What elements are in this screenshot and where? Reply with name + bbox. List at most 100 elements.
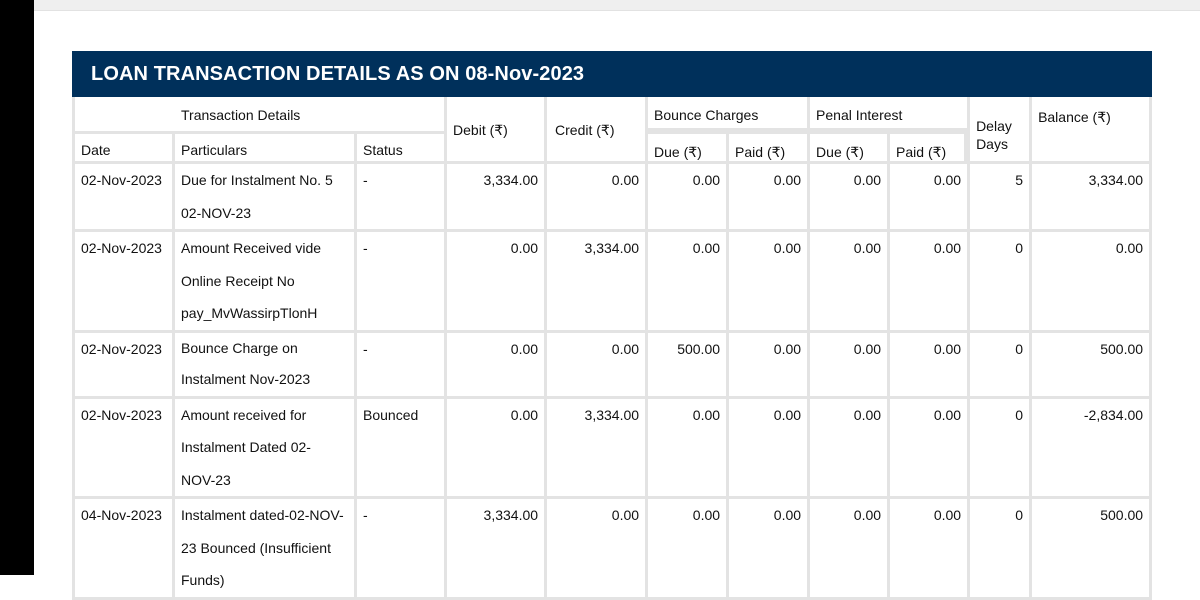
top-strip: [34, 0, 1200, 11]
table-row: 02-Nov-2023 Due for Instalment No. 5 02-…: [72, 164, 1153, 232]
penal-paid-label: Paid (₹): [896, 144, 947, 160]
row-balance: 0.00: [1115, 240, 1144, 256]
debit-label: Debit (₹): [453, 122, 508, 138]
balance-header: Balance (₹): [1029, 97, 1153, 164]
row-bounce-paid: 0.00: [773, 240, 802, 256]
row-balance: 500.00: [1100, 507, 1144, 523]
debit-header: Debit (₹): [444, 97, 545, 164]
row-date: 02-Nov-2023: [81, 172, 162, 188]
delay-days-header: Delay Days: [967, 97, 1030, 164]
penal-due-header: Due (₹): [807, 131, 888, 164]
row-delay-days: 0: [1015, 507, 1024, 523]
row-penal-due: 0.00: [853, 340, 882, 357]
penal-due-label: Due (₹): [816, 144, 864, 160]
row-bounce-due: 0.00: [692, 240, 721, 256]
row-particulars-line: Bounce Charge on: [181, 339, 298, 356]
row-bounce-paid: 0.00: [773, 172, 802, 188]
row-debit: 3,334.00: [483, 172, 539, 188]
row-penal-paid: 0.00: [933, 172, 962, 188]
row-balance: -2,834.00: [1083, 406, 1144, 423]
row-particulars-line: Funds): [181, 572, 225, 588]
row-particulars-line: 02-NOV-23: [181, 204, 252, 221]
transaction-details-label: Transaction Details: [181, 107, 301, 123]
delay-days-label-line2: Days: [976, 136, 1008, 152]
row-particulars-line: Amount Received vide: [181, 240, 322, 256]
row-penal-due: 0.00: [853, 172, 882, 188]
title-banner: LOAN TRANSACTION DETAILS AS ON 08-Nov-20…: [72, 51, 1152, 97]
row-credit: 0.00: [611, 340, 640, 357]
table-row: 04-Nov-2023 Instalment dated-02-NOV- 23 …: [72, 499, 1153, 600]
penal-paid-header: Paid (₹): [887, 131, 968, 164]
row-date: 02-Nov-2023: [81, 340, 162, 357]
row-debit: 0.00: [510, 406, 539, 423]
row-status: Bounced: [363, 406, 419, 423]
particulars-header: Particulars: [172, 131, 354, 164]
row-status: -: [363, 172, 368, 188]
row-debit: 3,334.00: [483, 507, 539, 523]
row-particulars-line: 23 Bounced (Insufficient: [181, 539, 331, 556]
row-bounce-paid: 0.00: [773, 507, 802, 523]
delay-days-label-line1: Delay: [976, 118, 1012, 134]
row-debit: 0.00: [510, 240, 539, 256]
row-balance: 3,334.00: [1088, 172, 1144, 188]
row-penal-paid: 0.00: [933, 240, 962, 256]
row-particulars-line: pay_MvWassirpTlonH: [181, 305, 318, 321]
row-penal-due: 0.00: [853, 406, 882, 423]
row-particulars-line: Instalment Dated 02-: [181, 439, 311, 455]
row-status: -: [363, 240, 368, 256]
table-row: 02-Nov-2023 Amount received for Instalme…: [72, 398, 1153, 499]
bounce-due-header: Due (₹): [645, 131, 727, 164]
row-penal-paid: 0.00: [933, 406, 962, 423]
status-header: Status: [354, 131, 445, 164]
row-penal-due: 0.00: [853, 240, 882, 256]
row-particulars-line: Due for Instalment No. 5: [181, 172, 333, 188]
row-date: 02-Nov-2023: [81, 406, 162, 423]
row-bounce-due: 0.00: [692, 172, 721, 188]
row-bounce-due: 500.00: [677, 340, 721, 357]
particulars-label: Particulars: [181, 142, 248, 158]
row-credit: 3,334.00: [584, 406, 640, 423]
row-delay-days: 0: [1015, 240, 1024, 256]
date-label: Date: [81, 142, 111, 158]
row-bounce-due: 0.00: [692, 406, 721, 423]
bounce-charges-label: Bounce Charges: [654, 107, 759, 123]
row-particulars-line: Instalment dated-02-NOV-: [181, 507, 344, 523]
row-penal-due: 0.00: [853, 507, 882, 523]
row-bounce-paid: 0.00: [773, 340, 802, 357]
bounce-paid-label: Paid (₹): [735, 144, 786, 160]
credit-label: Credit (₹): [555, 122, 615, 138]
penal-interest-label: Penal Interest: [816, 107, 903, 123]
loan-transaction-table: Transaction Details Debit (₹) Credit (₹)…: [72, 97, 1153, 600]
row-balance: 500.00: [1100, 340, 1144, 357]
penal-interest-header: Penal Interest: [807, 97, 968, 131]
row-penal-paid: 0.00: [933, 340, 962, 357]
row-delay-days: 5: [1015, 172, 1024, 188]
left-dark-bar: [0, 0, 34, 575]
table-row: 02-Nov-2023 Bounce Charge on Instalment …: [72, 332, 1153, 399]
row-delay-days: 0: [1015, 406, 1024, 423]
bounce-paid-header: Paid (₹): [726, 131, 808, 164]
row-particulars-line: Online Receipt No: [181, 272, 295, 289]
row-particulars-line: Instalment Nov-2023: [181, 370, 311, 387]
date-header: Date: [72, 131, 172, 164]
row-bounce-paid: 0.00: [773, 406, 802, 423]
row-penal-paid: 0.00: [933, 507, 962, 523]
table-row: 02-Nov-2023 Amount Received vide Online …: [72, 232, 1153, 333]
status-label: Status: [363, 142, 403, 158]
row-date: 04-Nov-2023: [81, 507, 162, 523]
credit-header: Credit (₹): [544, 97, 646, 164]
bounce-due-label: Due (₹): [654, 144, 702, 160]
balance-label: Balance (₹): [1038, 109, 1111, 125]
row-particulars-line: Amount received for: [181, 406, 307, 423]
transaction-details-header: Transaction Details: [72, 97, 444, 131]
row-credit: 3,334.00: [584, 240, 640, 256]
page-title: LOAN TRANSACTION DETAILS AS ON 08-Nov-20…: [91, 63, 585, 85]
row-particulars-line: NOV-23: [181, 471, 231, 488]
bounce-charges-header: Bounce Charges: [645, 97, 808, 131]
row-status: -: [363, 340, 368, 357]
row-credit: 0.00: [611, 172, 640, 188]
row-date: 02-Nov-2023: [81, 240, 162, 256]
row-status: -: [363, 507, 368, 523]
row-debit: 0.00: [510, 340, 539, 357]
row-bounce-due: 0.00: [692, 507, 721, 523]
